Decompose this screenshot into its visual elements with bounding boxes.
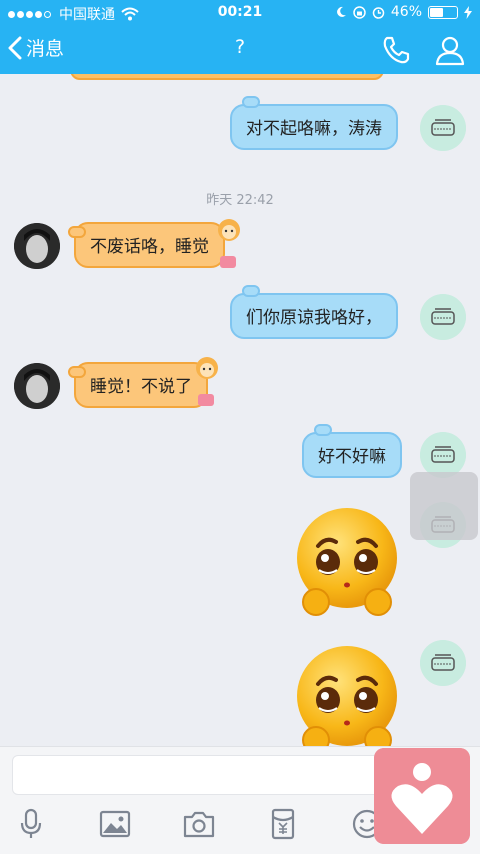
moon-icon [336, 6, 346, 17]
status-bar: 中国联通 00:21 46% [0, 0, 480, 24]
microphone-icon[interactable] [14, 807, 48, 841]
avatar-contact[interactable] [14, 223, 60, 269]
battery-fill [430, 7, 443, 17]
status-right: 46% [335, 4, 472, 20]
message-text: 好不好嘛 [318, 447, 386, 467]
message-bubble-outgoing[interactable]: 好不好嘛 [302, 424, 402, 478]
red-packet-icon[interactable] [266, 807, 300, 841]
avatar-me[interactable] [420, 105, 466, 151]
charging-icon [464, 5, 472, 19]
alarm-icon [372, 6, 385, 19]
message-text: 对不起咯嘛，涛涛 [246, 119, 382, 139]
message-text: 睡觉！不说了 [90, 377, 192, 397]
avatar-me[interactable] [420, 294, 466, 340]
avatar-contact[interactable] [14, 363, 60, 409]
message-bubble-incoming[interactable]: 睡觉！不说了 [68, 362, 208, 408]
message-timestamp: 昨天 22:42 [206, 193, 274, 208]
profile-icon[interactable] [434, 34, 466, 66]
navigation-bar: 消息 ? [0, 24, 480, 74]
avatar-me[interactable] [420, 640, 466, 686]
heart-float-button[interactable] [374, 748, 470, 844]
message-text: 们你原谅我咯好， [246, 308, 382, 328]
message-text: 不废话咯，睡觉 [90, 237, 209, 257]
bubble-tail [242, 285, 260, 297]
bubble-tail [242, 96, 260, 108]
message-bubble-incoming[interactable]: 不废话咯，睡觉 [68, 222, 225, 268]
battery-percent: 46% [390, 4, 422, 20]
message-bubble-outgoing[interactable]: 对不起咯嘛，涛涛 [230, 96, 398, 150]
phone-icon[interactable] [380, 34, 412, 66]
bubble-tail [68, 366, 86, 378]
nav-actions [380, 34, 466, 66]
battery-icon [428, 5, 458, 19]
pleading-face-emoji[interactable] [292, 644, 402, 746]
message-input[interactable] [12, 755, 384, 795]
bubble-tail [68, 226, 86, 238]
monkey-bubble-decoration-icon [196, 357, 218, 406]
bubble-tail [314, 424, 332, 436]
chat-area[interactable]: 对不起咯嘛，涛涛 昨天 22:42 不废话咯，睡觉 们你原谅我咯好， 睡觉！不说… [0, 74, 480, 746]
partial-incoming-bubble [70, 74, 384, 80]
message-bubble-outgoing[interactable]: 们你原谅我咯好， [230, 285, 398, 339]
monkey-bubble-decoration-icon [218, 219, 240, 268]
assistive-touch-button[interactable] [410, 472, 478, 540]
top-bar: 中国联通 00:21 46% 消息 ? [0, 0, 480, 74]
image-icon[interactable] [98, 807, 132, 841]
pleading-face-emoji[interactable] [292, 506, 402, 616]
rotation-lock-icon [353, 5, 366, 19]
camera-icon[interactable] [182, 807, 216, 841]
